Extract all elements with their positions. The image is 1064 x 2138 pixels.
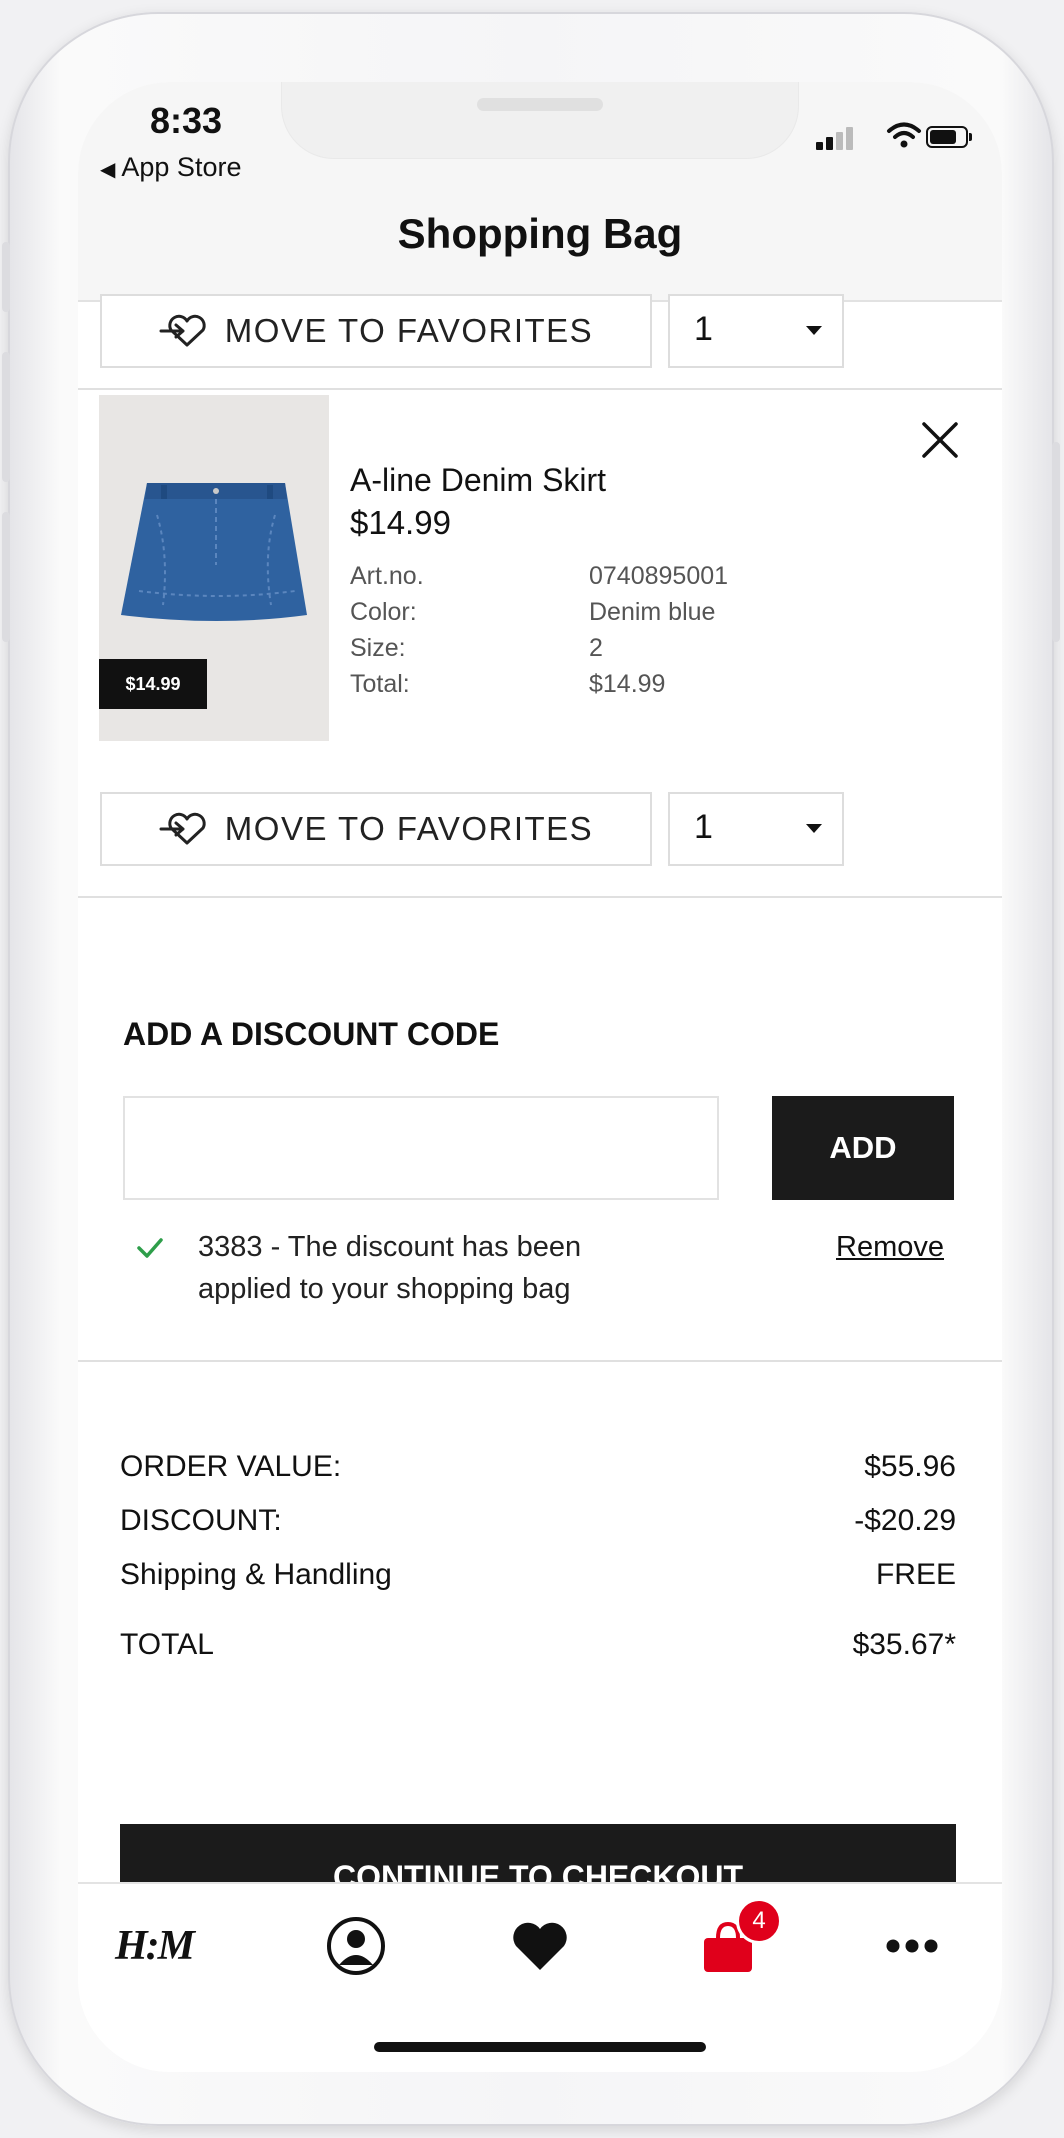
top-bar: 8:33 ◀ App Store Shopping Bag [78,82,1002,302]
order-value-label: ORDER VALUE: [120,1450,342,1483]
move-to-favorites-label: MOVE TO FAVORITES [224,312,594,349]
remove-discount-link[interactable]: Remove [836,1226,944,1268]
size-label: Size: [350,634,406,662]
shipping-amount: FREE [875,1558,956,1591]
caret-down-icon [806,824,822,833]
more-icon [886,1939,938,1953]
divider [78,388,1002,390]
page-title: Shopping Bag [397,210,683,257]
quantity-value: 1 [694,808,713,846]
discount-label: DISCOUNT: [120,1504,282,1537]
price-tag: $14.99 [99,659,207,709]
add-discount-button[interactable]: ADD [772,1096,954,1200]
shipping-label: Shipping & Handling [120,1558,392,1591]
move-to-favorites-button[interactable]: MOVE TO FAVORITES [100,792,652,866]
discount-row: DISCOUNT: -$20.29 [120,1504,956,1538]
divider [78,1360,1002,1362]
art-no-label: Art.no. [350,562,424,590]
discount-amount: -$20.29 [854,1504,956,1537]
tab-more[interactable] [872,1906,952,1986]
wifi-icon [887,122,921,148]
hm-logo-icon: H:M [115,1923,195,1969]
home-indicator[interactable] [374,2042,706,2052]
power-button [1052,442,1060,642]
caret-down-icon [806,326,822,335]
phone-frame: 8:33 ◀ App Store Shopping Bag MOVE TO FA… [2,12,1060,2126]
move-to-favorites-button-prev[interactable]: MOVE TO FAVORITES [100,294,652,368]
order-total-amount: $35.67* [852,1628,956,1661]
product-image[interactable]: $14.99 [99,395,329,741]
total-label: Total: [350,670,410,698]
back-to-app-link[interactable]: ◀ App Store [100,152,241,183]
size-value: 2 [589,634,603,662]
order-value-amount: $55.96 [864,1450,956,1483]
move-to-favorites-label: MOVE TO FAVORITES [224,810,594,847]
product-price: $14.99 [350,504,451,541]
total-value: $14.99 [589,670,666,698]
discount-code-input[interactable] [123,1096,719,1200]
speaker [477,98,603,111]
status-time: 8:33 [150,100,223,141]
mute-switch [2,242,10,312]
heart-arrow-icon [159,314,206,347]
tab-account[interactable] [316,1906,396,1986]
heart-icon [513,1922,567,1970]
art-no-value: 0740895001 [589,562,729,590]
close-icon[interactable] [918,418,962,462]
quantity-value: 1 [694,310,713,348]
divider [78,896,1002,898]
status-icons [816,120,972,152]
check-icon [137,1238,163,1258]
color-value: Denim blue [589,598,716,626]
tab-home[interactable]: H:M [114,1906,195,1986]
screen: 8:33 ◀ App Store Shopping Bag MOVE TO FA… [78,82,1002,2072]
heart-arrow-icon [159,812,206,845]
product-name[interactable]: A-line Denim Skirt [350,462,606,499]
account-icon [327,1917,385,1975]
tab-bag[interactable]: 4 [688,1898,782,1986]
back-app-label: App Store [121,152,242,182]
quantity-select[interactable]: 1 [668,792,844,866]
discount-heading: ADD A DISCOUNT CODE [123,1016,500,1052]
shipping-row: Shipping & Handling FREE [120,1558,956,1592]
discount-applied-message: 3383 - The discount has been applied to … [198,1231,582,1305]
volume-down-button [2,512,10,642]
tab-favorites[interactable] [500,1906,580,1986]
bag-count-badge: 4 [736,1898,782,1944]
back-triangle-icon: ◀ [100,159,116,181]
total-row: TOTAL $35.67* [120,1628,956,1662]
color-label: Color: [350,598,417,626]
notch [282,82,798,158]
volume-up-button [2,352,10,482]
battery-icon [926,126,972,148]
quantity-select-prev[interactable]: 1 [668,294,844,368]
order-total-label: TOTAL [120,1628,214,1661]
order-value-row: ORDER VALUE: $55.96 [120,1450,956,1484]
